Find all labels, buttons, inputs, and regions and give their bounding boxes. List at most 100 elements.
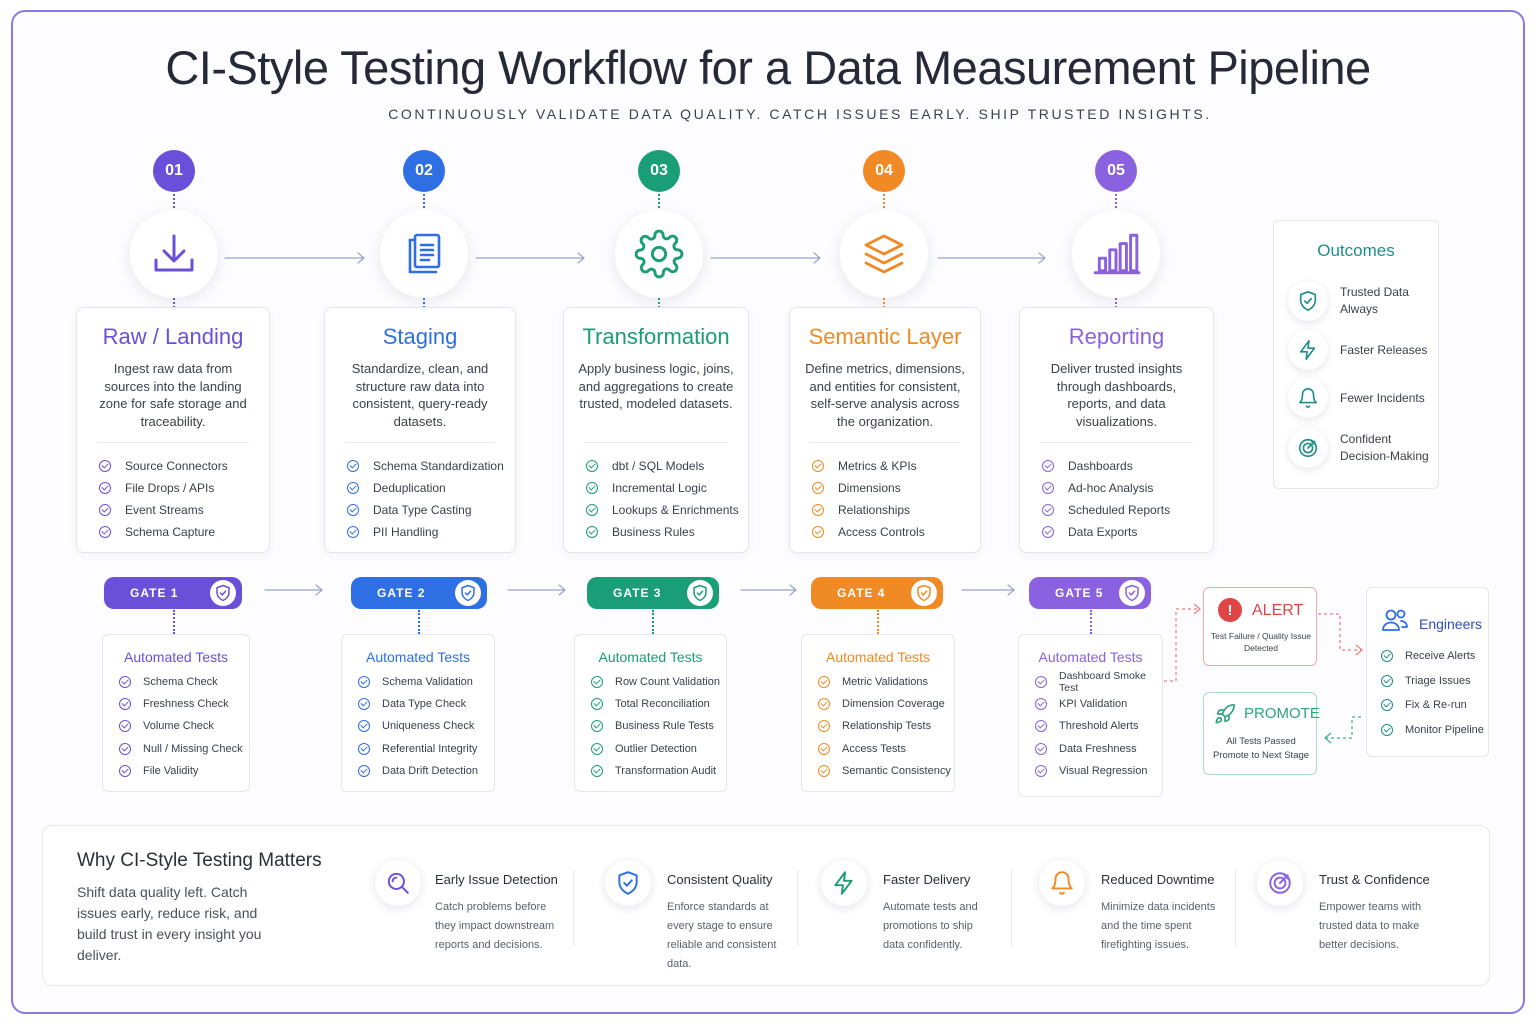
promote-text: All Tests Passed Promote to Next Stage	[1212, 736, 1310, 761]
outcome-item: Fewer Incidents	[1288, 378, 1425, 418]
check-icon	[586, 504, 598, 516]
gate-2: GATE 2	[351, 577, 487, 609]
stage-card-staging: Staging Standardize, clean, and structur…	[324, 307, 516, 553]
list-item: Lookups & Enrichments	[564, 499, 748, 521]
tests-card-gate-1: Automated Tests Schema Check Freshness C…	[102, 634, 250, 792]
tests-title: Automated Tests	[123, 649, 229, 665]
alert-text: Test Failure / Quality Issue Detected	[1210, 631, 1312, 653]
check-icon	[99, 460, 111, 472]
list-item: Fix & Re-run	[1367, 693, 1490, 718]
list-item: Incremental Logic	[564, 477, 748, 499]
check-icon	[119, 764, 131, 777]
bell-icon	[1288, 378, 1328, 418]
check-icon	[586, 460, 598, 472]
stage-title: Semantic Layer	[808, 324, 962, 349]
list-item: Source Connectors	[77, 455, 269, 477]
list-item: Relationship Tests	[802, 715, 954, 737]
check-icon	[818, 742, 830, 755]
shield-check-icon	[455, 580, 481, 606]
stage-1-connector	[173, 194, 175, 208]
check-icon	[586, 482, 598, 494]
list-item: Dashboard Smoke Test	[1019, 670, 1162, 694]
list-item: Uniqueness Check	[342, 715, 494, 737]
document-icon	[380, 210, 468, 298]
target-icon	[1257, 860, 1303, 906]
check-icon	[119, 720, 131, 733]
outcome-item: Faster Releases	[1288, 330, 1427, 370]
list-item: File Validity	[103, 760, 249, 782]
list-item: Monitor Pipeline	[1367, 718, 1490, 743]
check-icon	[347, 526, 359, 538]
check-icon	[1042, 460, 1054, 472]
shield-check-icon	[687, 580, 713, 606]
list-item: Ad-hoc Analysis	[1020, 477, 1213, 499]
promote-box: PROMOTE All Tests Passed Promote to Next…	[1203, 692, 1320, 775]
check-icon	[1035, 764, 1047, 777]
check-icon	[1035, 720, 1047, 733]
tests-card-gate-4: Automated Tests Metric Validations Dimen…	[801, 634, 955, 792]
check-icon	[1035, 742, 1047, 755]
engineers-title: Engineers	[1419, 616, 1483, 632]
check-icon	[347, 482, 359, 494]
check-icon	[358, 742, 370, 755]
target-icon	[1288, 428, 1328, 468]
gate-1: GATE 1	[104, 577, 242, 609]
outcomes-panel: Outcomes Trusted Data Always Faster Rele…	[1273, 220, 1439, 489]
check-icon	[591, 720, 603, 733]
stage-description: Apply business logic, joins, and aggrega…	[578, 361, 734, 411]
check-icon	[818, 676, 830, 689]
layers-icon	[840, 210, 928, 298]
check-icon	[99, 526, 111, 538]
list-item: Schema Check	[103, 671, 249, 693]
stage-5-number: 05	[1095, 150, 1137, 192]
tests-title: Automated Tests	[1038, 649, 1143, 665]
rocket-icon	[1214, 703, 1236, 730]
shield-check-icon	[1119, 580, 1145, 606]
list-item: Null / Missing Check	[103, 738, 249, 760]
outcome-item: Trusted Data Always	[1288, 281, 1436, 321]
check-icon	[347, 504, 359, 516]
check-icon	[1381, 699, 1393, 712]
list-item: Volume Check	[103, 715, 249, 737]
alert-box: ! ALERT Test Failure / Quality Issue Det…	[1203, 587, 1317, 666]
check-icon	[591, 742, 603, 755]
list-item: dbt / SQL Models	[564, 455, 748, 477]
magnifier-icon	[375, 860, 421, 906]
check-icon	[99, 482, 111, 494]
stage-card-semantic-layer: Semantic Layer Define metrics, dimension…	[789, 307, 981, 553]
engineers-panel: Engineers Receive Alerts Triage Issues F…	[1366, 587, 1489, 757]
list-item: Metric Validations	[802, 671, 954, 693]
lightning-icon	[821, 860, 867, 906]
stage-title: Staging	[382, 324, 458, 349]
list-item: Visual Regression	[1019, 760, 1162, 782]
list-item: Schema Capture	[77, 521, 269, 543]
check-icon	[1381, 723, 1393, 736]
bar-chart-icon	[1072, 210, 1160, 298]
check-icon	[818, 698, 830, 711]
list-item: Business Rules	[564, 521, 748, 543]
lightning-icon	[1288, 330, 1328, 370]
list-item: Scheduled Reports	[1020, 499, 1213, 521]
list-item: Access Tests	[802, 738, 954, 760]
list-item: Data Drift Detection	[342, 760, 494, 782]
list-item: Dimension Coverage	[802, 693, 954, 715]
promote-title: PROMOTE	[1244, 705, 1320, 722]
stage-card-transformation: Transformation Apply business logic, joi…	[563, 307, 749, 553]
check-icon	[586, 526, 598, 538]
stage-2-number: 02	[403, 150, 445, 192]
outcomes-title: Outcomes	[1317, 241, 1395, 260]
tests-card-gate-2: Automated Tests Schema Validation Data T…	[341, 634, 495, 792]
stage-1-number: 01	[153, 150, 195, 192]
list-item: PII Handling	[325, 521, 515, 543]
list-item: Freshness Check	[103, 693, 249, 715]
list-item: Access Controls	[790, 521, 980, 543]
stage-card-reporting: Reporting Deliver trusted insights throu…	[1019, 307, 1214, 553]
list-item: Triage Issues	[1367, 669, 1490, 694]
list-item: Row Count Validation	[575, 671, 726, 693]
users-icon	[1381, 608, 1409, 637]
list-item: Business Rule Tests	[575, 715, 726, 737]
tests-card-gate-3: Automated Tests Row Count Validation Tot…	[574, 634, 727, 792]
gate-3: GATE 3	[587, 577, 719, 609]
check-icon	[119, 742, 131, 755]
list-item: KPI Validation	[1019, 693, 1162, 715]
